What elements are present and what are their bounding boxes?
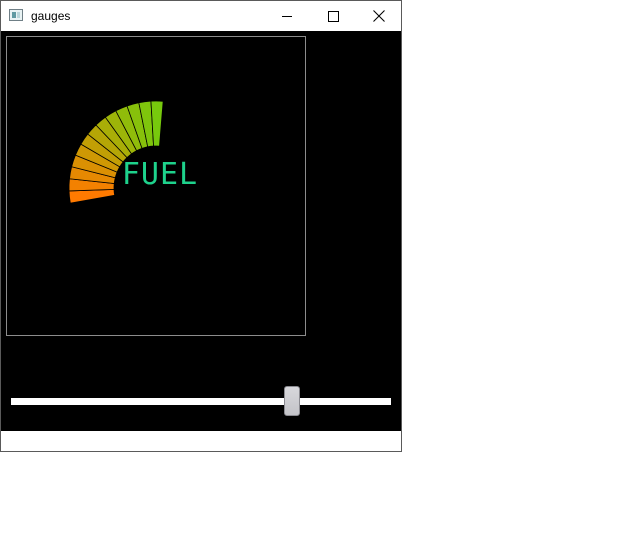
minimize-button[interactable] bbox=[264, 1, 310, 31]
maximize-button[interactable] bbox=[310, 1, 356, 31]
minimize-icon bbox=[282, 16, 292, 17]
status-bar bbox=[1, 431, 401, 451]
level-slider-thumb[interactable] bbox=[284, 386, 301, 416]
gauges-window: gauges FUEL bbox=[0, 0, 402, 452]
gauge-canvas: FUEL bbox=[6, 36, 306, 336]
level-slider-track[interactable] bbox=[11, 398, 391, 405]
gauge-segment bbox=[150, 100, 164, 147]
client-area: FUEL bbox=[1, 31, 401, 431]
close-icon bbox=[373, 10, 385, 22]
close-button[interactable] bbox=[356, 1, 402, 31]
gauge-label: FUEL bbox=[121, 157, 199, 192]
window-title: gauges bbox=[31, 9, 71, 23]
maximize-icon bbox=[328, 11, 339, 22]
title-bar[interactable]: gauges bbox=[1, 1, 401, 31]
app-window-icon bbox=[9, 9, 23, 21]
